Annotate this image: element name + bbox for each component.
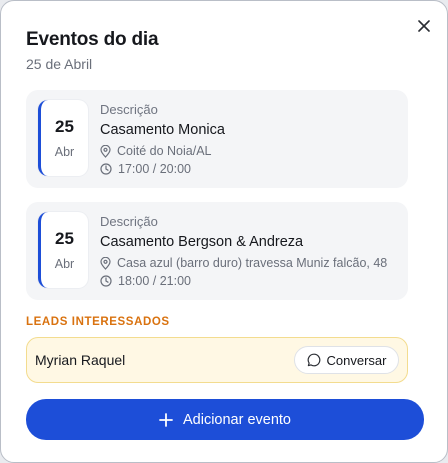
chat-button-label: Conversar (326, 352, 387, 368)
event-day: 25 (55, 117, 74, 136)
add-event-label: Adicionar evento (182, 411, 291, 428)
event-day: 25 (55, 229, 74, 248)
close-button[interactable] (412, 14, 436, 38)
event-month: Abr (54, 257, 75, 271)
leads-heading: LEADS INTERESSADOS (26, 316, 170, 328)
location-pin-icon (100, 256, 111, 270)
event-title: Casamento Bergson & Andreza (100, 234, 304, 250)
event-location-text: Coité do Noia/AL (117, 144, 212, 158)
clock-icon (100, 275, 112, 287)
event-location: Casa azul (barro duro) travessa Muniz fa… (100, 256, 387, 270)
event-time-text: 17:00 / 20:00 (118, 162, 191, 176)
event-title: Casamento Monica (100, 122, 225, 138)
event-date-badge: 25 Abr (38, 100, 88, 176)
add-event-button[interactable]: Adicionar evento (26, 399, 424, 440)
location-pin-icon (100, 144, 111, 158)
event-label: Descrição (100, 214, 158, 229)
close-icon (418, 20, 430, 32)
event-time-text: 18:00 / 21:00 (118, 274, 191, 288)
event-time: 18:00 / 21:00 (100, 274, 191, 288)
event-location-text: Casa azul (barro duro) travessa Muniz fa… (117, 256, 388, 270)
event-card[interactable]: 25 Abr Descrição Casamento Monica Coité … (26, 90, 408, 188)
chat-bubble-icon (307, 353, 320, 367)
events-modal: Eventos do dia 25 de Abril 25 Abr Descri… (0, 0, 448, 463)
modal-title: Eventos do dia (26, 29, 159, 50)
lead-item: Myrian Raquel Conversar (26, 337, 408, 383)
event-month: Abr (54, 145, 75, 159)
chat-button[interactable]: Conversar (294, 346, 399, 374)
event-card[interactable]: 25 Abr Descrição Casamento Bergson & And… (26, 202, 408, 300)
event-date-badge: 25 Abr (38, 212, 88, 288)
modal-subtitle: 25 de Abril (26, 56, 93, 72)
lead-name: Myrian Raquel (35, 352, 126, 368)
plus-icon (159, 412, 173, 427)
event-time: 17:00 / 20:00 (100, 162, 191, 176)
event-location: Coité do Noia/AL (100, 144, 212, 158)
clock-icon (100, 163, 112, 175)
event-label: Descrição (100, 102, 158, 117)
